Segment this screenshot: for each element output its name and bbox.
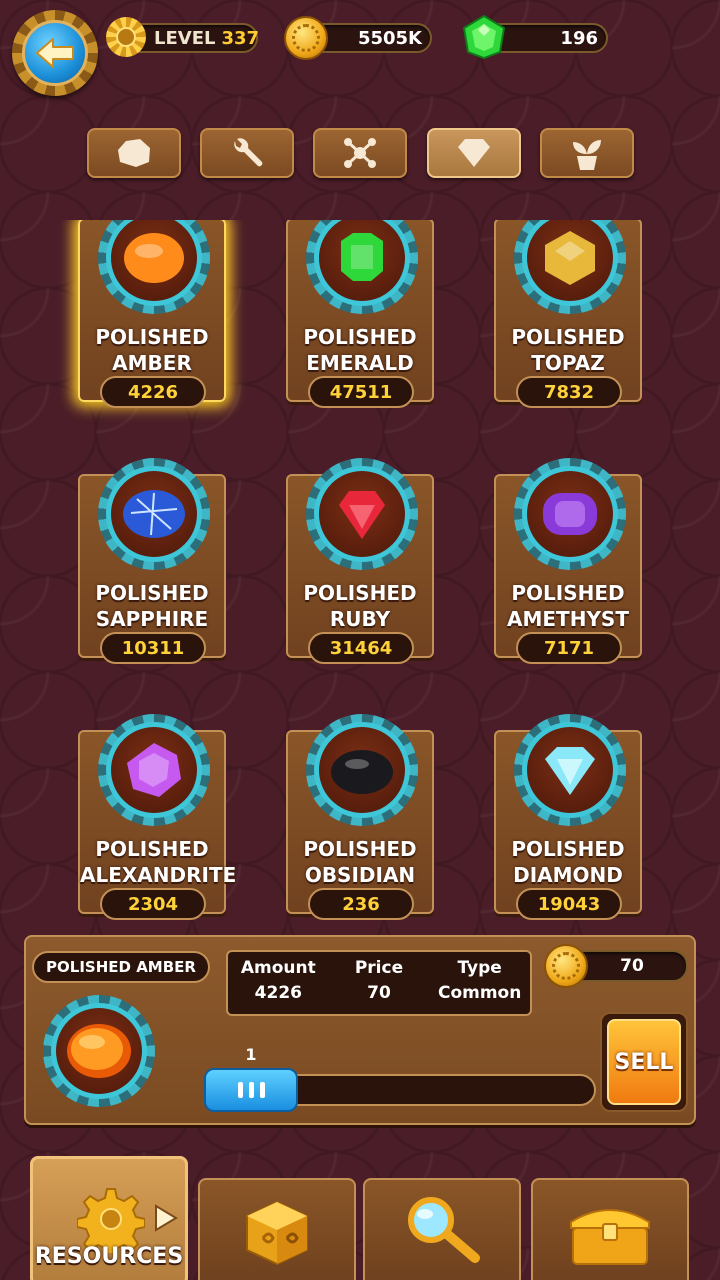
gem-card-name: POLISHED AMBER — [95, 325, 209, 375]
gem-badge — [98, 458, 210, 570]
gem-card-emerald[interactable]: POLISHED EMERALD 47511 — [286, 220, 434, 408]
alexandrite-gem-icon — [111, 727, 197, 813]
slider-value: 1 — [245, 1045, 257, 1064]
back-button[interactable] — [12, 10, 98, 96]
sell-button[interactable]: SELL — [600, 1012, 688, 1112]
type-label: Type — [457, 958, 502, 978]
gem-card-topaz[interactable]: POLISHED TOPAZ 7832 — [494, 220, 642, 408]
gem-card-name: POLISHED TOPAZ — [511, 325, 625, 375]
gem-badge — [514, 220, 626, 314]
amethyst-gem-icon — [527, 471, 613, 557]
gem-card-obsidian[interactable]: POLISHED OBSIDIAN 236 — [286, 714, 434, 920]
emerald-gem-icon — [319, 220, 405, 301]
gem-balance-value: 196 — [560, 27, 598, 49]
level-label: LEVEL — [154, 27, 216, 49]
gem-card-name: POLISHED AMETHYST — [507, 581, 629, 631]
wrench-icon — [234, 138, 263, 167]
tab-plants[interactable] — [540, 128, 634, 178]
nav-search[interactable] — [363, 1178, 521, 1280]
molecule-icon — [344, 138, 376, 168]
gem-card-count: 4226 — [100, 376, 206, 408]
diamond-gem-icon — [527, 727, 613, 813]
amount-value: 4226 — [254, 983, 302, 1003]
gem-badge — [306, 458, 418, 570]
gem-card-amethyst[interactable]: POLISHED AMETHYST 7171 — [494, 458, 642, 664]
magnifier-icon — [408, 1197, 480, 1263]
gem-card-name: POLISHED EMERALD — [303, 325, 417, 375]
nav-dice[interactable] — [198, 1178, 356, 1280]
green-gem-icon — [460, 14, 508, 64]
gem-card-count: 10311 — [100, 632, 206, 664]
level-value: 337 — [221, 27, 260, 49]
selected-item-name: POLISHED AMBER — [32, 951, 210, 983]
amber-gem-icon — [111, 220, 197, 301]
ruby-gem-icon — [319, 471, 405, 557]
treasure-chest-icon — [570, 1209, 650, 1265]
gem-card-amber[interactable]: POLISHED AMBER 4226 — [78, 220, 226, 408]
sale-total-value: 70 — [620, 956, 644, 976]
tab-tools[interactable] — [200, 128, 294, 178]
gem-card-count: 7171 — [516, 632, 622, 664]
tab-ores[interactable] — [87, 128, 181, 178]
sapphire-gem-icon — [111, 471, 197, 557]
gem-card-count: 2304 — [100, 888, 206, 920]
gem-card-count: 7832 — [516, 376, 622, 408]
topaz-gem-icon — [527, 220, 613, 301]
type-value: Common — [437, 983, 522, 1003]
gem-badge — [98, 714, 210, 826]
plant-icon — [573, 140, 601, 170]
gem-card-diamond[interactable]: POLISHED DIAMOND 19043 — [494, 714, 642, 920]
price-value: 70 — [367, 983, 391, 1003]
gem-badge — [514, 458, 626, 570]
level-gear-icon — [106, 17, 146, 57]
gem-badge — [306, 220, 418, 314]
ore-icon — [118, 139, 150, 167]
sell-button-label: SELL — [607, 1019, 681, 1105]
gem-card-sapphire[interactable]: POLISHED SAPPHIRE 10311 — [78, 458, 226, 664]
gem-card-name: POLISHED OBSIDIAN — [303, 837, 417, 887]
gem-card-count: 236 — [308, 888, 414, 920]
gem-card-count: 47511 — [308, 376, 414, 408]
tab-compounds[interactable] — [313, 128, 407, 178]
item-stats-table: Amount Price Type 4226 70 Common — [226, 950, 532, 1016]
nav-chest[interactable] — [531, 1178, 689, 1280]
coin-icon — [284, 16, 328, 60]
price-label: Price — [354, 958, 404, 978]
nav-resources-label: RESOURCES — [34, 1244, 184, 1269]
back-arrow-icon — [22, 20, 88, 86]
selected-item-badge — [40, 992, 158, 1110]
dice-icon — [246, 1200, 308, 1266]
amber-gem-icon — [67, 1024, 131, 1078]
play-arrow-icon — [153, 1203, 179, 1237]
gem-badge — [98, 220, 210, 314]
gem-badge — [514, 714, 626, 826]
gem-badge — [306, 714, 418, 826]
quantity-slider-handle[interactable] — [204, 1068, 298, 1112]
gem-card-name: POLISHED RUBY — [303, 581, 417, 631]
item-grid: POLISHED AMBER 4226 POLISHED EMERALD 475… — [0, 220, 720, 920]
gem-card-name: POLISHED SAPPHIRE — [95, 581, 209, 631]
gem-card-alexandrite[interactable]: POLISHED ALEXANDRITE 2304 — [78, 714, 237, 920]
gem-card-count: 31464 — [308, 632, 414, 664]
nav-resources[interactable]: RESOURCES — [30, 1156, 188, 1280]
amount-label: Amount — [240, 958, 316, 978]
total-coin-icon — [544, 944, 588, 988]
gem-card-name: POLISHED DIAMOND — [511, 837, 625, 887]
gem-card-ruby[interactable]: POLISHED RUBY 31464 — [286, 458, 434, 664]
diamond-icon — [458, 139, 490, 167]
obsidian-gem-icon — [319, 727, 405, 813]
gem-card-count: 19043 — [516, 888, 622, 920]
tab-gems[interactable] — [427, 128, 521, 178]
gem-card-name: POLISHED ALEXANDRITE — [80, 837, 237, 887]
coin-balance-value: 5505K — [357, 27, 422, 49]
